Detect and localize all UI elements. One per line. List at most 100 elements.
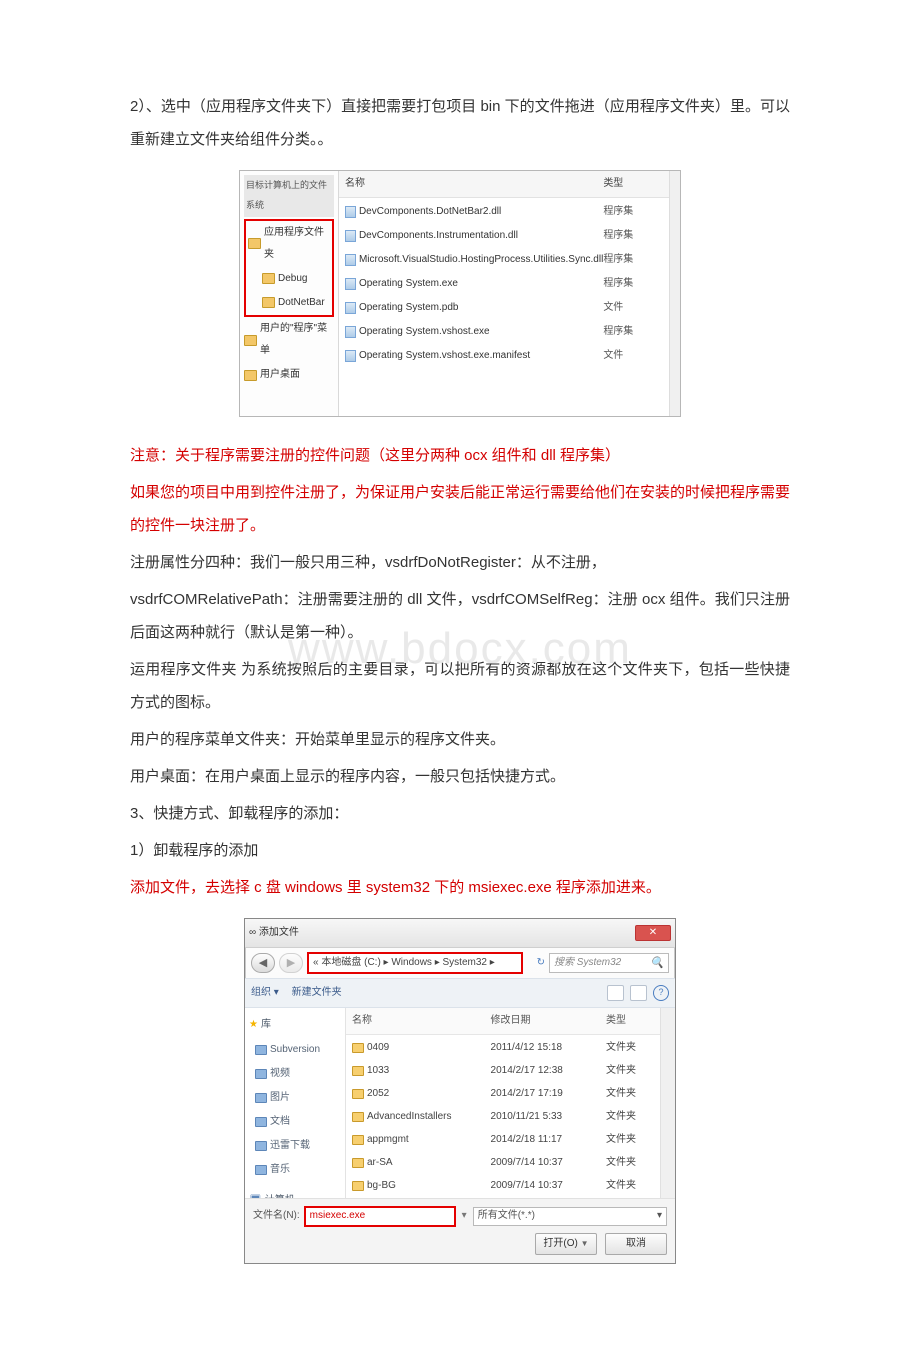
open-button[interactable]: 打开(O) ▼ [535,1233,597,1255]
filename-input[interactable]: msiexec.exe [304,1206,456,1227]
help-icon[interactable]: ? [653,985,669,1001]
file-name: 2052 [367,1083,389,1105]
scrollbar[interactable] [669,171,680,416]
paragraph-regtypes-1: 注册属性分四种：我们一般只用三种，vsdrfDoNotRegister：从不注册… [130,546,790,579]
tree-label: DotNetBar [278,292,325,314]
sidebar-group-library[interactable]: ★ 库 [249,1012,341,1038]
list-item[interactable]: Operating System.exe程序集 [345,272,663,296]
paragraph-step2: 2）、选中（应用程序文件夹下）直接把需要打包项目 bin 下的文件拖进（应用程序… [130,90,790,156]
new-folder-button[interactable]: 新建文件夹 [292,987,342,998]
note-red-1: 注意：关于程序需要注册的控件问题（这里分两种 ocx 组件和 dll 程序集） [130,439,790,472]
file-type: 程序集 [603,273,663,295]
sidebar-label: 库 [261,1014,271,1036]
tree-label: 用户的"程序"菜单 [260,318,334,362]
file-name: bg-BG [367,1175,396,1197]
file-type: 程序集 [603,249,663,271]
list-item[interactable]: Operating System.vshost.exe程序集 [345,320,663,344]
list-item[interactable]: Operating System.vshost.exe.manifest文件 [345,344,663,368]
dropdown-icon: ▼ [581,1235,589,1253]
folder-icon [352,1043,364,1053]
folder-icon [262,297,275,308]
sidebar-group-computer[interactable]: 🖥 计算机 [249,1188,341,1198]
tree-node-programs-menu[interactable]: 用户的"程序"菜单 [244,317,334,363]
tree-title: 目标计算机上的文件系统 [244,175,334,217]
file-name: Operating System.pdb [359,297,459,319]
view-icon[interactable] [607,985,624,1001]
col-name[interactable]: 名称 [345,173,603,195]
sidebar-item[interactable]: 音乐 [249,1158,341,1182]
folder-icon [244,335,257,346]
col-name[interactable]: 名称 [352,1010,491,1032]
col-date[interactable]: 修改日期 [491,1010,606,1032]
file-filter[interactable]: 所有文件(*.*) ▾ [473,1207,667,1226]
tree-node-debug[interactable]: Debug [248,267,330,291]
list-item[interactable]: Microsoft.VisualStudio.HostingProcess.Ut… [345,248,663,272]
list-item[interactable]: bg-BG2009/7/14 10:37文件夹 [352,1174,654,1197]
library-icon [255,1069,267,1079]
list-item[interactable]: DevComponents.Instrumentation.dll程序集 [345,224,663,248]
file-name: appmgmt [367,1129,409,1151]
sidebar: ★ 库 Subversion视频图片文档迅雷下载音乐 🖥 计算机 本地磁盘 (C… [245,1008,346,1198]
file-name: AdvancedInstallers [367,1106,452,1128]
cancel-button[interactable]: 取消 [605,1233,667,1255]
file-type: 文件夹 [606,1106,654,1128]
back-button[interactable]: ◀ [251,953,275,973]
scrollbar[interactable] [660,1008,675,1198]
tree-node-dotnetbar[interactable]: DotNetBar [248,291,330,315]
filesystem-tree-pane: 目标计算机上的文件系统 应用程序文件夹 Debug DotNetBar [240,171,339,416]
sidebar-item[interactable]: 迅雷下载 [249,1134,341,1158]
file-icon [345,278,356,290]
list-item[interactable]: DevComponents.DotNetBar2.dll程序集 [345,200,663,224]
file-icon [345,302,356,314]
close-button[interactable]: ✕ [635,925,671,941]
file-date: 2014/2/17 17:19 [491,1083,606,1105]
search-input[interactable]: 搜索 System32 🔍 [549,953,669,973]
library-icon [255,1093,267,1103]
tree-label: Debug [278,268,307,290]
list-item[interactable]: 20522014/2/17 17:19文件夹 [352,1082,654,1105]
file-type: 程序集 [603,225,663,247]
preview-icon[interactable] [630,985,647,1001]
file-name: 0409 [367,1037,389,1059]
tree-node-user-desktop[interactable]: 用户桌面 [244,363,334,387]
list-item[interactable]: 04092011/4/12 15:18文件夹 [352,1036,654,1059]
list-item[interactable]: ar-SA2009/7/14 10:37文件夹 [352,1151,654,1174]
dialog-footer: 文件名(N): msiexec.exe ▾ 所有文件(*.*) ▾ 打开(O) … [245,1198,675,1263]
dropdown-icon: ▾ [657,1205,662,1227]
file-date: 2010/11/21 5:33 [491,1106,606,1128]
col-type[interactable]: 类型 [606,1010,654,1032]
list-item[interactable]: Boot2011/4/12 15:18文件夹 [352,1197,654,1198]
file-icon [345,254,356,266]
sidebar-item-label: 音乐 [270,1159,290,1181]
col-type[interactable]: 类型 [603,173,663,195]
list-item[interactable]: appmgmt2014/2/18 11:17文件夹 [352,1128,654,1151]
sidebar-item[interactable]: 图片 [249,1086,341,1110]
sidebar-label: 计算机 [265,1190,295,1198]
sidebar-item[interactable]: 文档 [249,1110,341,1134]
list-item[interactable]: 10332014/2/17 12:38文件夹 [352,1059,654,1082]
refresh-icon[interactable]: ↻ [537,952,545,974]
forward-button[interactable]: ▶ [279,953,303,973]
file-list-header: 名称 修改日期 类型 [346,1008,660,1035]
sidebar-item[interactable]: 视频 [249,1062,341,1086]
breadcrumb-bar[interactable]: « 本地磁盘 (C:) ▸ Windows ▸ System32 ▸ [307,952,523,974]
file-name: Boot [367,1198,388,1199]
sidebar-item-label: 迅雷下载 [270,1135,310,1157]
file-type: 文件夹 [606,1037,654,1059]
list-item[interactable]: AdvancedInstallers 2010/11/21 5:33文件夹 [352,1105,654,1128]
filename-label: 文件名(N): [253,1205,300,1227]
dropdown-icon[interactable]: ▾ [460,1205,469,1227]
search-icon: 🔍 [650,951,664,975]
file-name: Operating System.vshost.exe [359,321,490,343]
tree-node-appfolder[interactable]: 应用程序文件夹 [248,221,330,267]
list-item[interactable]: Operating System.pdb文件 [345,296,663,320]
file-icon [345,206,356,218]
sidebar-item[interactable]: Subversion [249,1038,341,1062]
figure-filesystem: 目标计算机上的文件系统 应用程序文件夹 Debug DotNetBar [130,170,790,417]
folder-icon [352,1181,364,1191]
sidebar-item-label: 图片 [270,1087,290,1109]
filesystem-list-pane: 名称 类型 DevComponents.DotNetBar2.dll程序集Dev… [339,171,669,416]
file-type: 文件夹 [606,1175,654,1197]
organize-menu[interactable]: 组织 ▾ [251,987,279,998]
file-name: Operating System.vshost.exe.manifest [359,345,530,367]
